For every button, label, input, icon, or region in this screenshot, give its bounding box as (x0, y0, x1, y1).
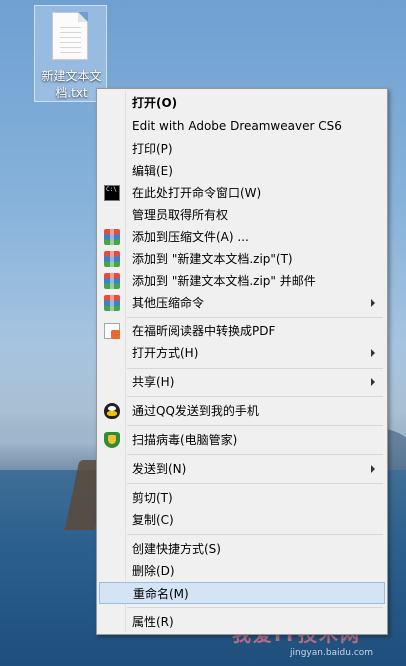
menu-item-delete[interactable]: 删除(D) (99, 560, 385, 582)
menu-item-label: 剪切(T) (132, 491, 173, 505)
menu-item-edit-dreamweaver[interactable]: Edit with Adobe Dreamweaver CS6 (99, 115, 385, 137)
menu-item-share[interactable]: 共享(H) (99, 371, 385, 393)
menu-item-label: Edit with Adobe Dreamweaver CS6 (132, 119, 342, 133)
watermark-url: jingyan.baidu.com (290, 648, 374, 658)
menu-item-label: 打印(P) (132, 142, 173, 156)
menu-item-label: 共享(H) (132, 375, 175, 389)
menu-item-label: 重命名(M) (133, 587, 189, 601)
menu-item-label: 其他压缩命令 (132, 296, 205, 310)
winrar-icon (104, 229, 120, 245)
menu-item-copy[interactable]: 复制(C) (99, 509, 385, 531)
command-prompt-icon (104, 185, 120, 201)
menu-item-label: 添加到 "新建文本文档.zip"(T) (132, 252, 293, 266)
menu-item-label: 扫描病毒(电脑管家) (132, 433, 238, 447)
menu-item-send-via-qq[interactable]: 通过QQ发送到我的手机 (99, 400, 385, 422)
menu-separator (127, 483, 383, 484)
menu-item-add-to-zip-and-email[interactable]: 添加到 "新建文本文档.zip" 并邮件 (99, 270, 385, 292)
menu-item-label: 添加到 "新建文本文档.zip" 并邮件 (132, 274, 316, 288)
pdf-convert-icon (104, 323, 120, 339)
menu-item-label: 在此处打开命令窗口(W) (132, 186, 262, 200)
menu-separator (127, 425, 383, 426)
winrar-icon (104, 295, 120, 311)
menu-item-label: 复制(C) (132, 513, 174, 527)
text-document-icon (52, 12, 88, 60)
submenu-arrow-icon (371, 465, 375, 473)
submenu-arrow-icon (371, 378, 375, 386)
menu-item-properties[interactable]: 属性(R) (99, 611, 385, 633)
menu-item-add-to-zip[interactable]: 添加到 "新建文本文档.zip"(T) (99, 248, 385, 270)
menu-item-cut[interactable]: 剪切(T) (99, 487, 385, 509)
menu-item-label: 添加到压缩文件(A) ... (132, 230, 249, 244)
menu-item-label: 编辑(E) (132, 164, 173, 178)
menu-item-scan-virus[interactable]: 扫描病毒(电脑管家) (99, 429, 385, 451)
qq-icon (104, 403, 120, 419)
menu-item-label: 删除(D) (132, 564, 175, 578)
menu-separator (127, 534, 383, 535)
submenu-arrow-icon (371, 349, 375, 357)
menu-item-convert-pdf[interactable]: 在福昕阅读器中转换成PDF (99, 320, 385, 342)
menu-separator (127, 396, 383, 397)
context-menu: 打开(O) Edit with Adobe Dreamweaver CS6 打印… (96, 88, 388, 635)
menu-separator (127, 607, 383, 608)
menu-separator (127, 368, 383, 369)
menu-item-open[interactable]: 打开(O) (99, 92, 385, 114)
winrar-icon (104, 273, 120, 289)
menu-item-send-to[interactable]: 发送到(N) (99, 458, 385, 480)
menu-item-label: 发送到(N) (132, 462, 187, 476)
menu-item-label: 打开(O) (132, 96, 178, 110)
menu-item-label: 在福昕阅读器中转换成PDF (132, 324, 276, 338)
submenu-arrow-icon (371, 299, 375, 307)
menu-item-open-command-window[interactable]: 在此处打开命令窗口(W) (99, 182, 385, 204)
menu-item-edit[interactable]: 编辑(E) (99, 160, 385, 182)
menu-item-label: 通过QQ发送到我的手机 (132, 404, 259, 418)
menu-item-print[interactable]: 打印(P) (99, 138, 385, 160)
menu-item-label: 创建快捷方式(S) (132, 542, 221, 556)
shield-icon (104, 432, 120, 448)
menu-item-label: 属性(R) (132, 615, 174, 629)
menu-item-add-to-archive[interactable]: 添加到压缩文件(A) ... (99, 226, 385, 248)
menu-item-other-compression[interactable]: 其他压缩命令 (99, 292, 385, 314)
menu-separator (127, 454, 383, 455)
winrar-icon (104, 251, 120, 267)
menu-item-label: 打开方式(H) (132, 346, 199, 360)
file-label-line1: 新建文本文 (41, 69, 102, 83)
menu-item-rename[interactable]: 重命名(M) (99, 582, 385, 604)
menu-item-take-ownership[interactable]: 管理员取得所有权 (99, 204, 385, 226)
menu-item-create-shortcut[interactable]: 创建快捷方式(S) (99, 538, 385, 560)
menu-item-label: 管理员取得所有权 (132, 208, 229, 222)
menu-item-open-with[interactable]: 打开方式(H) (99, 342, 385, 364)
menu-separator (127, 317, 383, 318)
